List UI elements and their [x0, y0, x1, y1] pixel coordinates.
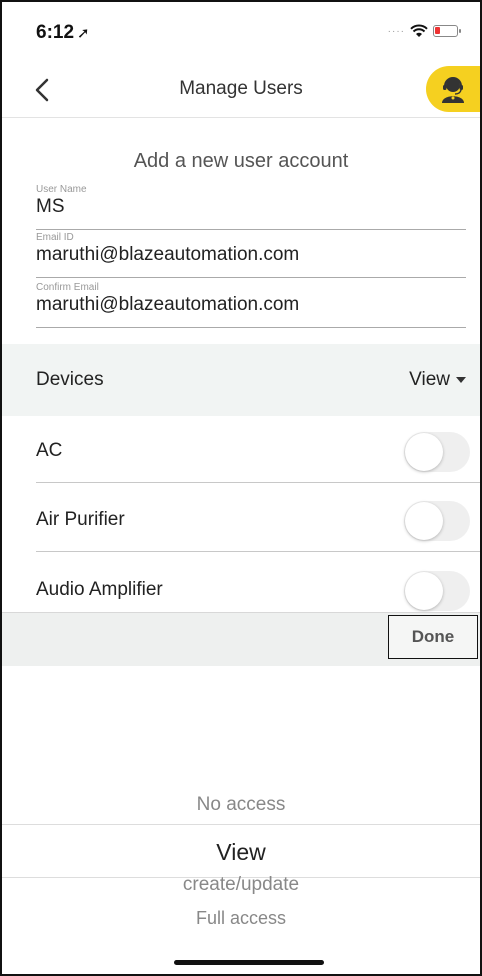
done-button[interactable]: Done	[388, 615, 478, 659]
confirm-email-field[interactable]: Confirm Email	[36, 282, 466, 328]
picker-option-view[interactable]: View	[2, 824, 480, 878]
user-name-input[interactable]	[36, 196, 466, 218]
device-toggle-air-purifier[interactable]	[404, 501, 470, 541]
location-arrow-icon: ➚	[77, 25, 90, 42]
devices-label: Devices	[36, 369, 104, 390]
view-dropdown[interactable]: View	[409, 369, 466, 391]
picker-option-full-access[interactable]: Full access	[2, 908, 480, 929]
status-time: 6:12 ➚	[36, 22, 90, 43]
picker-option-create-update[interactable]: create/update	[2, 874, 480, 896]
support-button[interactable]	[426, 66, 480, 112]
device-name: Air Purifier	[36, 509, 125, 530]
app-screen: 6:12 ➚ ···· Manage Users Add a new user …	[0, 0, 482, 976]
support-agent-icon	[442, 77, 464, 103]
device-toggle-audio-amplifier[interactable]	[404, 571, 470, 611]
battery-low-icon	[433, 25, 461, 37]
user-name-label: User Name	[36, 184, 87, 195]
confirm-email-input[interactable]	[36, 294, 466, 316]
confirm-email-label: Confirm Email	[36, 282, 99, 293]
email-label: Email ID	[36, 232, 74, 243]
picker-option-no-access[interactable]: No access	[2, 794, 480, 816]
email-field[interactable]: Email ID	[36, 232, 466, 278]
status-indicators: ····	[387, 24, 461, 38]
device-row-air-purifier: Air Purifier	[36, 487, 480, 552]
home-indicator	[174, 960, 324, 965]
status-bar: 6:12 ➚ ····	[2, 2, 480, 62]
email-input[interactable]	[36, 244, 466, 266]
device-toggle-ac[interactable]	[404, 432, 470, 472]
page-title: Manage Users	[179, 78, 303, 99]
devices-header: Devices View	[2, 344, 480, 416]
toggle-knob	[405, 572, 443, 610]
nav-bar: Manage Users	[2, 62, 480, 118]
toggle-knob	[405, 502, 443, 540]
picker-toolbar: Done	[2, 612, 480, 666]
toggle-knob	[405, 433, 443, 471]
signal-dots-icon: ····	[387, 25, 405, 37]
device-row-ac: AC	[36, 418, 480, 483]
form-title: Add a new user account	[133, 150, 349, 172]
device-name: AC	[36, 440, 63, 461]
access-picker[interactable]	[2, 666, 480, 974]
caret-down-icon	[456, 377, 466, 383]
user-name-field[interactable]: User Name	[36, 184, 466, 230]
device-name: Audio Amplifier	[36, 579, 163, 600]
wifi-icon	[410, 24, 428, 37]
view-dropdown-label: View	[409, 369, 450, 390]
